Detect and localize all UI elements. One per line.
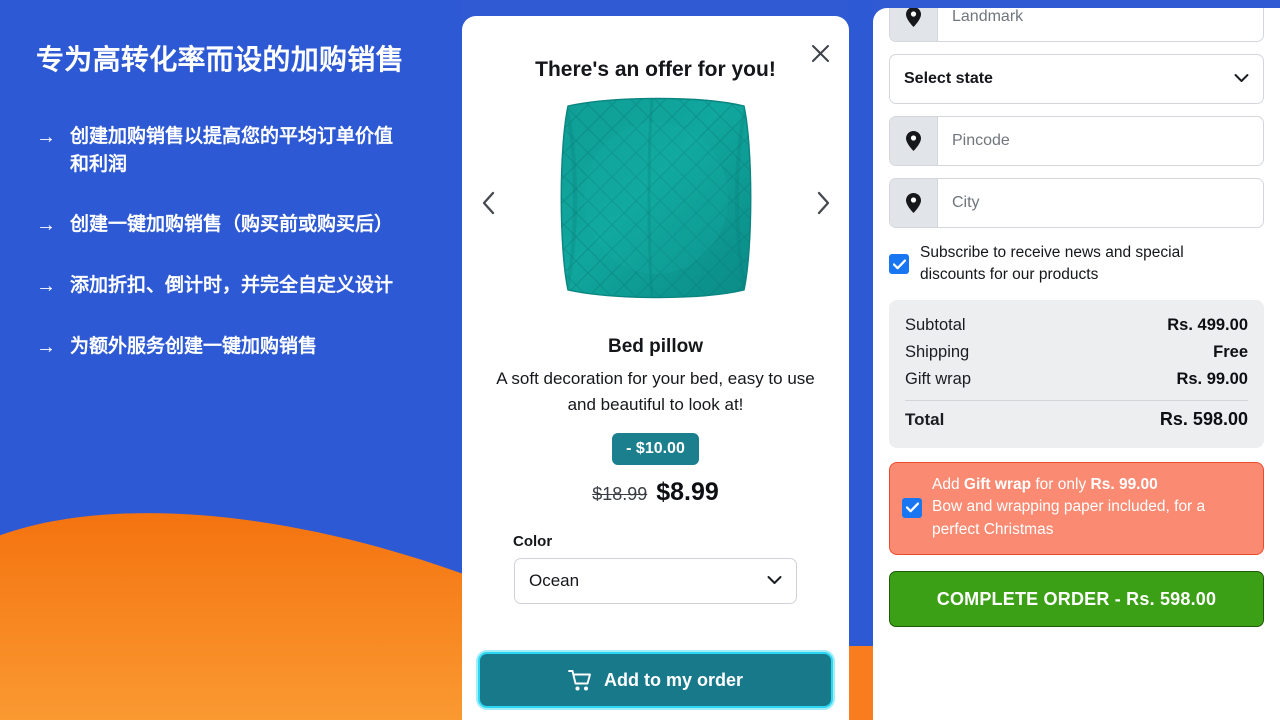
promo-feature-label: 为额外服务创建一键加购销售: [70, 336, 318, 358]
shopping-cart-icon: [568, 669, 591, 690]
chevron-down-icon: [767, 576, 782, 584]
arrow-right-icon: →: [36, 125, 56, 148]
totals-value: Rs. 99.00: [1176, 370, 1248, 388]
promo-feature-item: → 为额外服务创建一键加购销售: [36, 333, 426, 362]
giftwrap-line1-bold: Gift wrap: [963, 476, 1032, 493]
totals-value: Rs. 499.00: [1167, 316, 1248, 334]
carousel-prev-icon[interactable]: [472, 187, 504, 219]
checkmark-icon: [892, 258, 906, 269]
chevron-left-icon: [482, 191, 494, 215]
totals-divider: [905, 400, 1248, 401]
pincode-placeholder: Pincode: [952, 132, 1010, 149]
discount-row: - $10.00: [462, 433, 849, 465]
close-icon[interactable]: [805, 38, 835, 68]
promo-panel: 专为高转化率而设的加购销售 → 创建加购销售以提高您的平均订单价值和利润 → 创…: [0, 0, 462, 720]
subscribe-row[interactable]: Subscribe to receive news and special di…: [889, 242, 1264, 286]
complete-order-label: COMPLETE ORDER - Rs. 598.00: [936, 588, 1217, 609]
arrow-right-icon: →: [36, 275, 56, 298]
add-to-order-label: Add to my order: [603, 669, 743, 690]
city-field[interactable]: City: [889, 178, 1264, 228]
giftwrap-checkbox[interactable]: [902, 497, 922, 518]
arrow-right-icon: →: [36, 214, 56, 237]
totals-row: Shipping Free: [905, 339, 1248, 366]
color-label: Color: [513, 533, 553, 550]
stripe-blue-segment: [849, 0, 873, 646]
location-pin-icon: [890, 8, 938, 41]
location-pin-icon: [890, 117, 938, 165]
orange-wave-decoration: [0, 513, 462, 720]
checkmark-icon: [905, 502, 919, 513]
giftwrap-line2: Bow and wrapping paper included, for a p…: [932, 498, 1206, 538]
promo-content: 专为高转化率而设的加购销售 → 创建加购销售以提高您的平均订单价值和利润 → 创…: [0, 0, 462, 362]
totals-row: Subtotal Rs. 499.00: [905, 312, 1248, 339]
totals-grand-row: Total Rs. 598.00: [905, 405, 1248, 434]
pincode-field[interactable]: Pincode: [889, 116, 1264, 166]
totals-label: Shipping: [905, 343, 970, 361]
price-discounted: $8.99: [656, 478, 719, 506]
carousel-next-icon[interactable]: [807, 187, 839, 219]
color-select[interactable]: Ocean: [514, 558, 797, 604]
promo-feature-list: → 创建加购销售以提高您的平均订单价值和利润 → 创建一键加购销售（购买前或购买…: [36, 123, 426, 362]
totals-label: Gift wrap: [905, 370, 972, 388]
location-pin-glyph: [906, 193, 921, 213]
offer-title: There's an offer for you!: [535, 58, 776, 81]
promo-heading: 专为高转化率而设的加购销售: [36, 44, 404, 75]
totals-label: Subtotal: [905, 316, 966, 334]
complete-order-button[interactable]: COMPLETE ORDER - Rs. 598.00: [889, 571, 1264, 628]
giftwrap-text: Add Gift wrap for only Rs. 99.00 Bow and…: [932, 474, 1249, 541]
totals-grand-value: Rs. 598.00: [1159, 409, 1248, 429]
promo-feature-item: → 创建加购销售以提高您的平均订单价值和利润: [36, 123, 426, 179]
divider-stripe: [849, 0, 873, 720]
promo-feature-item: → 添加折扣、倒计时，并完全自定义设计: [36, 272, 426, 301]
color-select-value: Ocean: [529, 571, 580, 590]
price-row: $18.99 $8.99: [462, 478, 849, 507]
subscribe-checkbox[interactable]: [889, 254, 909, 274]
giftwrap-line1-price: Rs. 99.00: [1090, 476, 1158, 493]
promo-feature-label: 创建一键加购销售（购买前或购买后）: [70, 214, 394, 236]
totals-grand-label: Total: [905, 410, 945, 429]
totals-value: Free: [1213, 343, 1248, 361]
giftwrap-line1-middle: for only: [1031, 476, 1091, 493]
state-select[interactable]: Select state: [889, 54, 1264, 104]
location-pin-glyph: [906, 131, 921, 151]
giftwrap-line1-prefix: Add: [932, 476, 964, 493]
order-totals-card: Subtotal Rs. 499.00 Shipping Free Gift w…: [889, 300, 1264, 448]
chevron-right-icon: [817, 191, 829, 215]
checkout-panel: Landmark Select state Pincode City Subsc…: [873, 8, 1280, 720]
product-carousel: [462, 92, 849, 314]
add-to-order-button[interactable]: Add to my order: [478, 652, 833, 708]
product-description: A soft decoration for your bed, easy to …: [496, 369, 815, 414]
subscribe-label: Subscribe to receive news and special di…: [920, 244, 1184, 283]
product-image: [560, 97, 751, 299]
product-name: Bed pillow: [608, 336, 703, 357]
city-placeholder: City: [952, 194, 980, 211]
location-pin-glyph: [906, 8, 921, 27]
offer-modal: There's an offer for you! Bed pillow A s…: [462, 16, 849, 720]
promo-feature-label: 创建加购销售以提高您的平均订单价值和利润: [70, 125, 394, 176]
landmark-placeholder: Landmark: [952, 8, 1024, 25]
promo-feature-item: → 创建一键加购销售（购买前或购买后）: [36, 211, 426, 240]
arrow-right-icon: →: [36, 336, 56, 359]
promo-feature-label: 添加折扣、倒计时，并完全自定义设计: [70, 275, 394, 297]
state-select-value: Select state: [904, 70, 993, 87]
giftwrap-upsell-card[interactable]: Add Gift wrap for only Rs. 99.00 Bow and…: [889, 462, 1264, 556]
chevron-down-icon: [1234, 74, 1249, 82]
stripe-orange-segment: [849, 646, 873, 720]
totals-row: Gift wrap Rs. 99.00: [905, 366, 1248, 393]
discount-badge: - $10.00: [612, 433, 699, 465]
location-pin-icon: [890, 179, 938, 227]
close-icon-glyph: [811, 44, 829, 62]
price-original: $18.99: [592, 484, 648, 504]
landmark-field[interactable]: Landmark: [889, 8, 1264, 42]
